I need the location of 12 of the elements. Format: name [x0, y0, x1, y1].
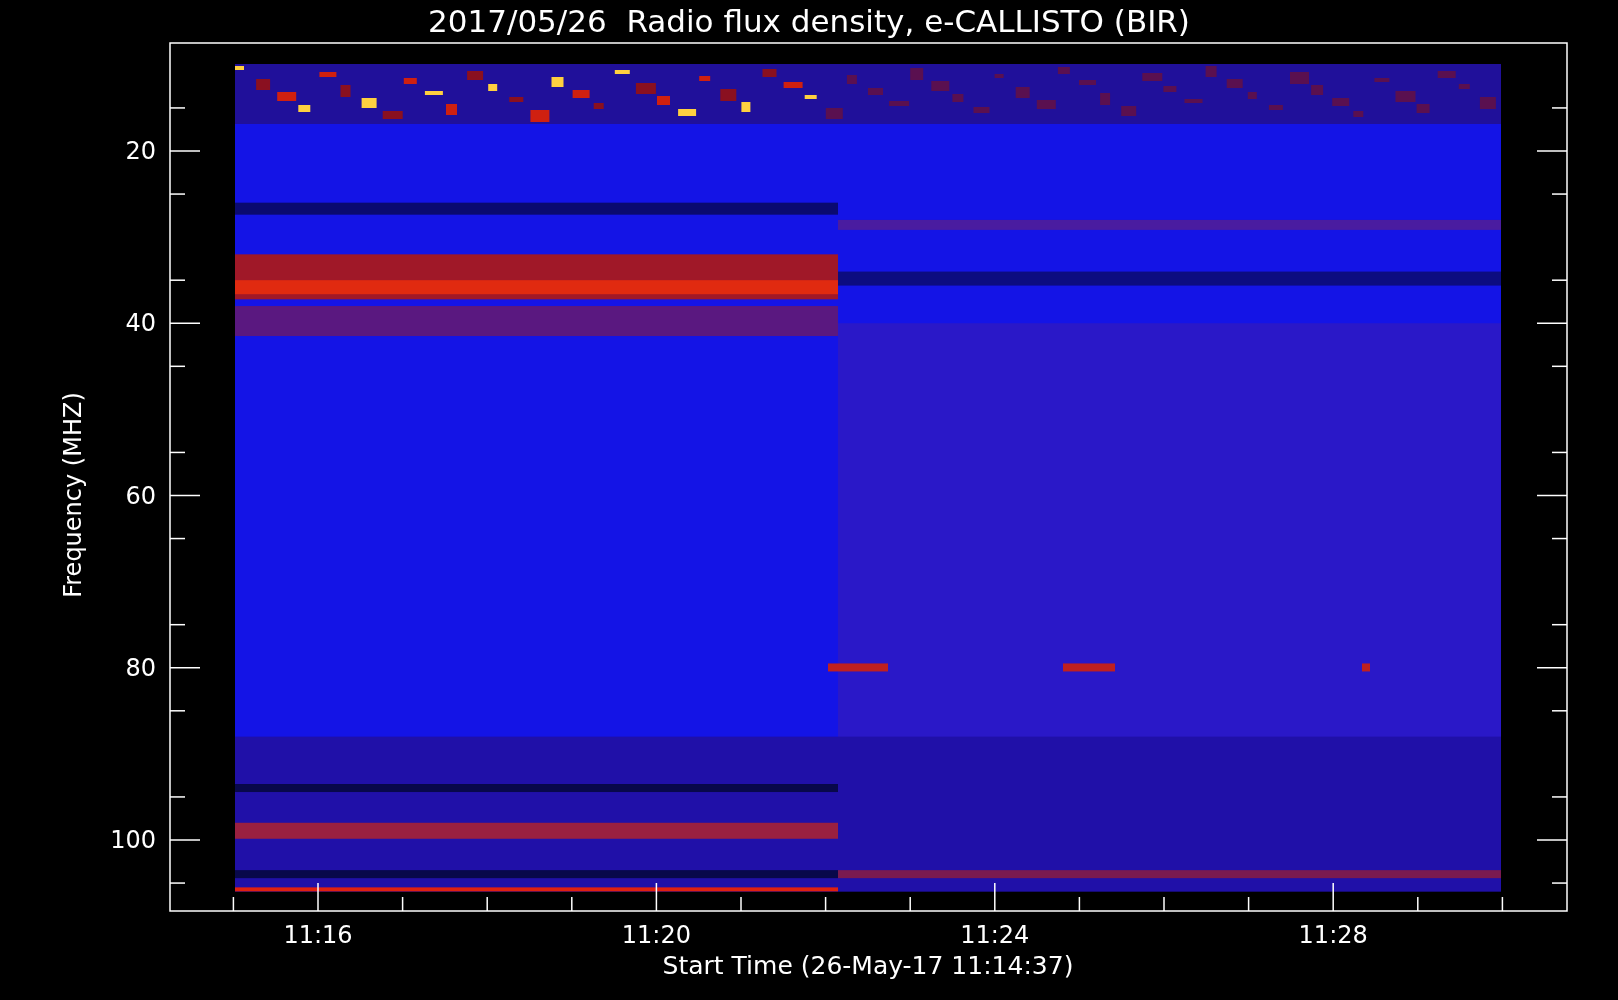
x-tick-label: 11:20 — [621, 921, 691, 949]
x-tick-label: 11:28 — [1298, 921, 1368, 949]
x-tick-label: 11:24 — [960, 921, 1030, 949]
y-tick-label: 100 — [110, 826, 156, 854]
chart-title: 2017/05/26 Radio flux density, e-CALLISTO (BIR) — [428, 2, 1190, 41]
y-tick-label: 80 — [125, 653, 156, 682]
y-tick-label: 40 — [125, 309, 156, 338]
x-axis-label: Start Time (26-May-17 11:14:37) — [662, 951, 1074, 981]
y-tick-label: 60 — [125, 481, 156, 510]
y-tick-label: 20 — [125, 137, 156, 165]
y-axis-label: Frequency (MHZ) — [59, 392, 87, 598]
x-tick-label: 11:16 — [283, 921, 353, 949]
